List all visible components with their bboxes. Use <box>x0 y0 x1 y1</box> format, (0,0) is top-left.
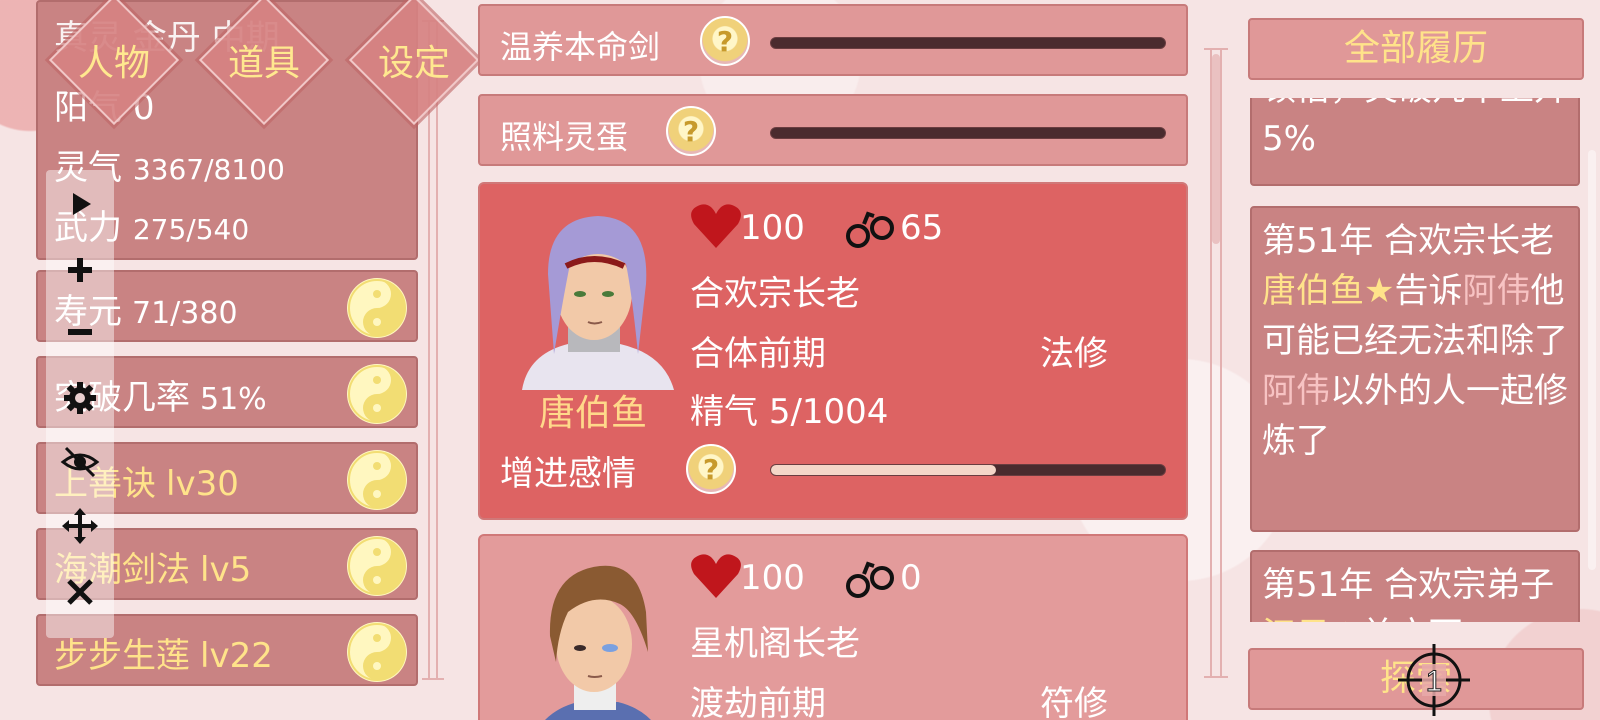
history-highlight: 江云★ <box>1262 615 1360 622</box>
bond-value: 0 <box>900 558 922 598</box>
bond-value: 65 <box>900 208 944 248</box>
stat-value: lv22 <box>200 636 273 676</box>
character-card[interactable]: 唐伯鱼 100 65 合欢宗长老 合体前期 法修 精气 5/1004 增进感情 … <box>478 182 1188 520</box>
lingqi-value: 3367/8100 <box>132 153 285 186</box>
task-row[interactable]: 温养本命剑 ? <box>478 4 1188 76</box>
character-realm: 渡劫前期 <box>690 684 826 720</box>
close-icon[interactable] <box>46 562 114 622</box>
character-class: 符修 <box>1040 684 1108 720</box>
health-value: 100 <box>740 208 805 248</box>
stat-value: lv30 <box>166 464 239 504</box>
yin-yang-icon[interactable] <box>346 449 408 511</box>
character-portrait <box>545 565 651 720</box>
history-item: 第51年 合欢宗长老唐伯鱼★告诉阿伟他可能已经无法和除了阿伟以外的人一起修炼了 <box>1250 206 1580 532</box>
essence-label: 精气 <box>690 392 758 432</box>
heart-icon <box>691 204 741 248</box>
affection-progress-fill <box>771 465 996 475</box>
yin-yang-icon[interactable] <box>346 621 408 683</box>
handcuffs-icon <box>846 561 894 598</box>
tab-items[interactable]: 道具 <box>198 0 330 126</box>
plus-icon[interactable] <box>46 240 114 300</box>
yin-yang-icon[interactable] <box>346 363 408 425</box>
character-sect: 星机阁长老 <box>690 624 860 664</box>
play-icon[interactable] <box>46 174 114 234</box>
history-highlight: 阿伟 <box>1262 371 1330 411</box>
history-text: 顿悟，突破几率上升5% <box>1262 98 1568 159</box>
essence-value: 5/1004 <box>768 392 889 432</box>
task-label: 温养本命剑 <box>500 28 661 66</box>
history-item: 第51年 合欢宗弟子江云★单方面 <box>1250 550 1580 622</box>
task-row[interactable]: 照料灵蛋 ? <box>478 94 1188 166</box>
task-progress-bar <box>770 127 1166 139</box>
tab-settings-label: 设定 <box>377 43 450 84</box>
help-icon[interactable]: ? <box>700 16 750 66</box>
handcuffs-icon <box>846 211 894 248</box>
yin-yang-icon[interactable] <box>346 535 408 597</box>
tab-items-label: 道具 <box>227 43 300 84</box>
history-header-button[interactable]: 全部履历 <box>1248 18 1584 80</box>
crosshair-icon: 1 <box>1398 644 1470 716</box>
action-label: 增进感情 <box>500 454 636 494</box>
minus-icon[interactable] <box>46 302 114 362</box>
history-text: 第51年 合欢宗长老 <box>1262 221 1555 261</box>
stat-name: 步步生莲 <box>54 636 190 676</box>
stat-value: lv5 <box>200 550 252 590</box>
tab-character-label: 人物 <box>77 43 150 84</box>
history-scrollbar[interactable] <box>1588 150 1596 570</box>
help-icon[interactable]: ? <box>686 444 736 494</box>
help-icon[interactable]: ? <box>666 106 716 156</box>
heart-icon <box>691 554 741 598</box>
history-item: 顿悟，突破几率上升5% <box>1250 98 1580 186</box>
stat-value: 51% <box>200 382 267 417</box>
middle-scrollbar-thumb[interactable] <box>1212 54 1220 244</box>
history-text: 告诉 <box>1394 271 1463 311</box>
character-sect: 合欢宗长老 <box>690 274 860 314</box>
character-card[interactable]: 100 0 星机阁长老 渡劫前期 符修 <box>478 534 1188 720</box>
move-icon[interactable] <box>46 496 114 556</box>
character-class: 法修 <box>1040 334 1108 374</box>
stat-value: 71/380 <box>132 296 238 331</box>
history-text: 单方面 <box>1360 615 1462 622</box>
history-list: 顿悟，突破几率上升5% 第51年 合欢宗长老唐伯鱼★告诉阿伟他可能已经无法和除了… <box>1250 98 1584 622</box>
tab-character[interactable]: 人物 <box>48 0 180 126</box>
floating-toolbar <box>46 170 114 638</box>
history-highlight: 唐伯鱼★ <box>1262 271 1395 311</box>
health-value: 100 <box>740 558 805 598</box>
gear-icon[interactable] <box>46 368 114 428</box>
task-progress-bar <box>770 37 1166 49</box>
history-text: 第51年 合欢宗弟子 <box>1262 565 1555 605</box>
explore-badge: 1 <box>1426 665 1443 698</box>
tab-settings[interactable]: 设定 <box>348 0 480 126</box>
wuli-value: 275/540 <box>132 213 250 246</box>
character-portrait <box>522 216 674 390</box>
yin-yang-icon[interactable] <box>346 277 408 339</box>
history-highlight: 阿伟 <box>1462 271 1531 311</box>
affection-progress-bar <box>770 464 1166 476</box>
eye-slash-icon[interactable] <box>46 432 114 492</box>
character-realm: 合体前期 <box>690 334 826 374</box>
character-name: 唐伯鱼 <box>538 393 647 434</box>
task-label: 照料灵蛋 <box>500 118 629 156</box>
character-essence: 精气 5/1004 <box>690 384 888 433</box>
